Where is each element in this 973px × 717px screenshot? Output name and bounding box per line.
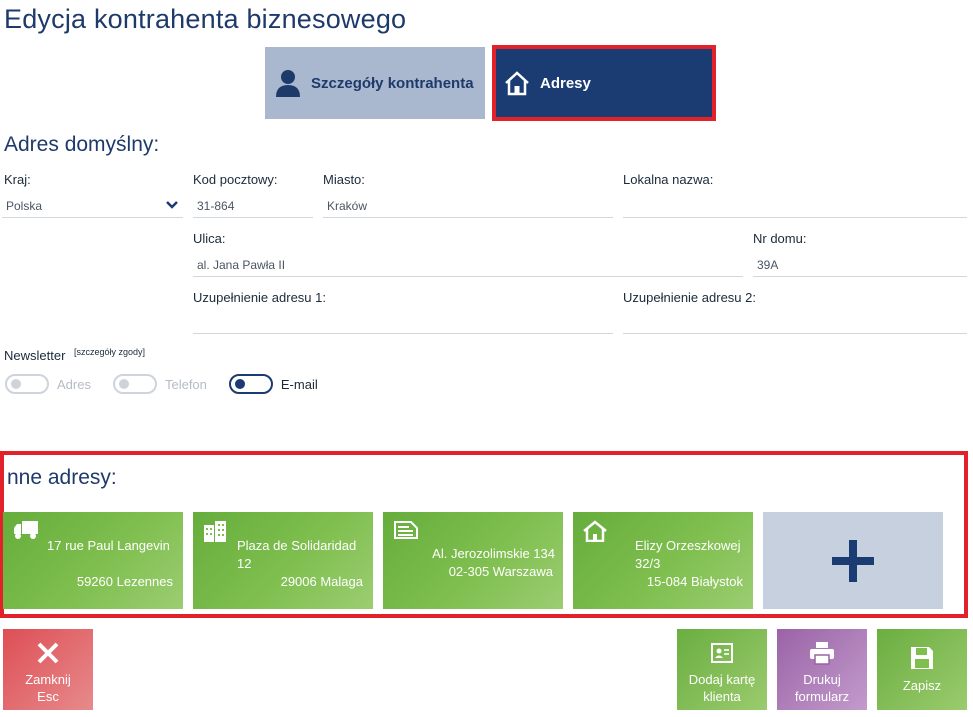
close-icon — [37, 642, 59, 664]
tab-details-label: Szczegóły kontrahenta — [311, 74, 474, 92]
invoice-icon — [394, 521, 418, 539]
add-address-button[interactable] — [763, 512, 943, 609]
country-select[interactable]: Polska — [2, 196, 183, 218]
newsletter-toggles: Adres Telefon E-mail — [5, 374, 340, 394]
city-input[interactable]: Kraków — [323, 196, 613, 218]
user-icon — [276, 70, 300, 97]
toggle-email[interactable] — [228, 374, 273, 394]
address-card-line2: 59260 Lezennes — [76, 574, 173, 589]
close-button-shortcut: Esc — [37, 689, 59, 704]
toggle-phone[interactable] — [112, 374, 157, 394]
address-card-line1: Al. Jerozolimskie 134 — [432, 546, 555, 561]
save-button[interactable]: Zapisz — [877, 629, 967, 710]
address-card-line2: 02-305 Warszawa — [448, 564, 553, 579]
address-ext1-label: Uzupełnienie adresu 1: — [193, 290, 326, 305]
address-card-line1: Elizy Orzeszkowej 32/3 — [635, 538, 741, 571]
other-addresses-title: nne adresy: — [7, 466, 117, 489]
city-label: Miasto: — [323, 172, 365, 187]
toggle-email-label: E-mail — [280, 376, 318, 392]
house-icon — [583, 520, 607, 542]
toggle-address-label: Adres — [57, 376, 91, 392]
address-card[interactable]: Plaza de Solidaridad 12 29006 Malaga — [193, 512, 373, 609]
postal-code-label: Kod pocztowy: — [193, 172, 278, 187]
address-card-line1: 17 rue Paul Langevin — [47, 538, 170, 553]
print-form-button[interactable]: Drukuj formularz — [777, 629, 867, 710]
tab-addresses[interactable]: Adresy — [492, 45, 716, 121]
close-button[interactable]: Zamknij Esc — [3, 629, 93, 710]
tab-details[interactable]: Szczegóły kontrahenta — [265, 47, 485, 119]
address-card-line2: 15-084 Białystok — [646, 574, 743, 589]
address-ext2-label: Uzupełnienie adresu 2: — [623, 290, 756, 305]
floppy-disk-icon — [911, 647, 933, 669]
address-card[interactable]: Al. Jerozolimskie 134 02-305 Warszawa — [383, 512, 563, 609]
plus-icon — [832, 539, 874, 582]
house-no-input[interactable]: 39A — [753, 255, 967, 277]
street-label: Ulica: — [193, 231, 226, 246]
country-value: Polska — [6, 199, 43, 213]
close-button-label: Zamknij — [25, 672, 71, 687]
add-customer-card-button[interactable]: Dodaj kartę klienta — [677, 629, 767, 710]
country-label: Kraj: — [4, 172, 31, 187]
house-icon — [505, 71, 529, 96]
newsletter-label: Newsletter — [4, 348, 66, 363]
local-name-input[interactable] — [623, 196, 967, 218]
print-form-line1: Drukuj — [803, 672, 841, 687]
address-ext1-input[interactable] — [193, 312, 613, 334]
default-address-title: Adres domyślny: — [4, 133, 160, 156]
address-card[interactable]: Elizy Orzeszkowej 32/3 15-084 Białystok — [573, 512, 753, 609]
print-form-line2: formularz — [794, 689, 850, 704]
toggle-address[interactable] — [5, 374, 49, 394]
postal-code-input[interactable]: 31-864 — [193, 196, 313, 218]
address-card-line2: 29006 Malaga — [280, 574, 363, 589]
toggle-phone-label: Telefon — [164, 376, 207, 392]
save-button-label: Zapisz — [902, 678, 942, 693]
address-card-line1: Plaza de Solidaridad 12 — [237, 538, 357, 571]
truck-icon — [14, 521, 38, 539]
id-card-icon — [711, 643, 733, 663]
add-customer-card-line2: klienta — [703, 689, 741, 704]
local-name-label: Lokalna nazwa: — [623, 172, 714, 187]
consent-details-link[interactable]: [szczegóły zgody] — [74, 347, 145, 357]
address-ext2-input[interactable] — [623, 312, 967, 334]
printer-icon — [810, 642, 834, 665]
street-input[interactable]: al. Jana Pawła II — [193, 255, 743, 277]
house-no-label: Nr domu: — [753, 231, 807, 246]
tab-addresses-label: Adresy — [540, 74, 591, 92]
address-card[interactable]: 17 rue Paul Langevin 59260 Lezennes — [3, 512, 183, 609]
building-icon — [204, 521, 226, 542]
add-customer-card-line1: Dodaj kartę — [688, 672, 756, 687]
page-title: Edycja kontrahenta biznesowego — [4, 4, 407, 34]
chevron-down-icon — [166, 201, 178, 209]
